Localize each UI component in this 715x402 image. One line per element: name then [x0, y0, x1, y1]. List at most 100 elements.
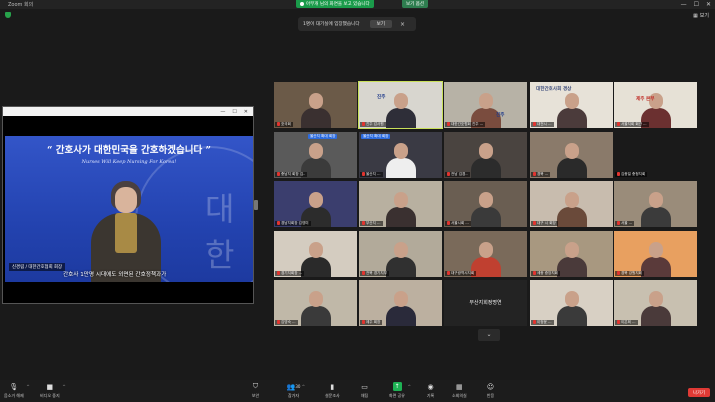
share-banner[interactable]: 아무개 님의 화면을 보고 있습니다	[296, 0, 374, 8]
caret-icon[interactable]: ^	[26, 384, 29, 389]
shared-slide: 대한간 “ 간호사가 대한민국을 간호하겠습니다 ” Nurses Will K…	[5, 136, 253, 282]
window-controls: — ☐ ✕	[681, 1, 711, 8]
waiting-room-view-button[interactable]: 보기	[369, 20, 393, 28]
next-page-icon[interactable]: ⌄	[478, 329, 500, 341]
participant-head	[565, 143, 579, 159]
participant-tile[interactable]: 세종 중앙지회	[530, 231, 613, 277]
chat-button[interactable]: ▭ 채팅	[360, 382, 369, 399]
participant-name: 대한간호협회 진주 ...	[445, 122, 486, 127]
participant-body	[301, 108, 331, 128]
mic-muted-icon	[277, 271, 280, 275]
participant-tile[interactable]: 제주 회장	[359, 280, 442, 326]
participant-tile[interactable]: 진주 진주 감사원	[358, 81, 443, 129]
participant-tile[interactable]: 서울시회 ...	[444, 181, 527, 227]
participant-head	[394, 291, 408, 307]
participant-tile[interactable]: 서울 ...	[614, 181, 697, 227]
minimize-icon[interactable]: —	[681, 1, 687, 8]
participant-tile[interactable]: 경기지회장 ...	[274, 231, 357, 277]
maximize-icon[interactable]: ☐	[694, 1, 699, 8]
presenter-scarf	[115, 213, 137, 253]
leave-button[interactable]: 나가기	[688, 388, 710, 397]
participant-name-text: 대전시 ...	[537, 122, 552, 126]
participant-tile[interactable]: 대구광역시지회	[444, 231, 527, 277]
participant-name: 대전시 ...	[531, 122, 554, 127]
participant-tile[interactable]: 김영숙 ...	[274, 280, 357, 326]
gallery-view-toggle[interactable]: ▦ 보기	[693, 12, 709, 20]
participant-tile[interactable]: 이은희 ...	[614, 280, 697, 326]
background-banner-text: 제주 본부	[636, 97, 655, 102]
breakout-icon: ▦	[456, 382, 463, 391]
participant-name: 진주 감사원	[360, 122, 386, 127]
polls-button[interactable]: ▮ 설문조사	[325, 382, 340, 399]
participant-name: 이은희 ...	[615, 320, 638, 325]
participant-name-text: 충남지 회장 김..	[281, 172, 306, 176]
participant-name-text: 진주 감사원	[366, 122, 384, 126]
participant-tile[interactable]: 호국회	[274, 82, 357, 128]
participant-head	[565, 242, 579, 258]
waiting-room-message: 1명이 대기실에 입장했습니다	[303, 22, 360, 27]
close-icon[interactable]: ×	[400, 21, 405, 28]
mic-muted-icon	[447, 221, 450, 225]
close-icon[interactable]: ✕	[244, 109, 248, 115]
mic-muted-icon	[617, 320, 620, 324]
participant-tile[interactable]: 이정윤 ...	[530, 280, 613, 326]
participant-tile[interactable]: 울산지 확대 회장 울산지 ...	[359, 132, 442, 178]
resize-handle[interactable]	[254, 200, 258, 210]
record-button[interactable]: ◉ 기록	[426, 382, 435, 399]
share-screen-button[interactable]: ↑ 화면 공유 ^	[389, 382, 411, 399]
caret-icon[interactable]: ^	[408, 384, 411, 389]
participant-tile[interactable]: 울산지 확대 회장 충남지 회장 김..	[274, 132, 357, 178]
participant-tile[interactable]: 부산지회정명연	[444, 280, 527, 326]
security-shield-icon[interactable]	[5, 12, 11, 18]
participant-head	[394, 143, 408, 159]
participants-button[interactable]: 👥 30 참가자 ^	[286, 382, 305, 399]
view-options-button[interactable]: 보기 옵션	[402, 0, 428, 8]
participant-tile[interactable]: 진주대한간호협회 진주 ...	[444, 82, 527, 128]
participant-name: 세종 중앙지회	[531, 271, 560, 276]
participant-body	[557, 207, 587, 227]
minimize-icon[interactable]: —	[220, 109, 225, 115]
caret-icon[interactable]: ^	[302, 384, 305, 389]
participant-name: 전북 경기지부	[360, 271, 389, 276]
participants-icon: 👥 30	[286, 382, 301, 391]
caret-icon[interactable]: ^	[62, 384, 65, 389]
participant-tile[interactable]: 대한간호사회 경상 대전시 ...	[530, 82, 613, 128]
security-button[interactable]: ⛉ 보안	[251, 382, 260, 399]
stop-video-button[interactable]: ■ 비디오 중지 ^	[40, 382, 66, 399]
mic-muted-icon	[533, 221, 536, 225]
participant-tile[interactable]: 부산지 ...	[359, 181, 442, 227]
share-screen-label: 화면 공유	[389, 393, 405, 398]
mic-muted-icon	[617, 172, 620, 176]
participant-tile[interactable]: 경남지회장 김영미	[274, 181, 357, 227]
presenter-window[interactable]: — ☐ ✕ 대한간 “ 간호사가 대한민국을 간호하겠습니다 ” Nurses …	[2, 106, 254, 304]
participant-name: 김종일 충청지회	[615, 172, 648, 177]
participant-tile[interactable]: 김종일 충청지회	[614, 132, 697, 178]
participant-name-text: 세종 중앙지회	[537, 271, 558, 275]
mic-muted-icon	[277, 122, 280, 126]
participant-name: 경기지회장 ...	[275, 271, 305, 276]
record-label: 기록	[426, 393, 435, 398]
breakout-rooms-button[interactable]: ▦ 소회의실	[452, 382, 467, 399]
participant-tile[interactable]: 전북 경기지부	[359, 231, 442, 277]
participant-tile[interactable]: 경북 강원지회	[614, 231, 697, 277]
share-banner-text: 아무개 님의 화면을 보고 있습니다	[306, 2, 370, 7]
background-banner-text: 진주	[496, 113, 505, 118]
participant-tile[interactable]: 경북 ...	[530, 132, 613, 178]
unmute-button[interactable]: 🎙 음소거 해제 ^	[4, 382, 30, 399]
reactions-icon: ☺	[486, 382, 495, 391]
participant-tile[interactable]: 대구 시 회장	[530, 181, 613, 227]
poll-icon: ▮	[330, 382, 335, 391]
reactions-button[interactable]: ☺ 반응	[486, 382, 495, 399]
participant-name-text: 경북 ...	[537, 172, 549, 176]
participant-name: 경북 강원지회	[615, 271, 644, 276]
participant-name-text: 부산지 ...	[366, 221, 381, 225]
close-icon[interactable]: ✕	[706, 1, 711, 8]
participant-head	[649, 242, 663, 258]
chat-label: 채팅	[360, 393, 369, 398]
participant-tile[interactable]: 제주 본부 서울지회 회관 ...	[614, 82, 697, 128]
spotlight-badge: 울산지 확대 회장	[361, 134, 391, 139]
participant-tile[interactable]: 전남 김경..	[444, 132, 527, 178]
maximize-icon[interactable]: ☐	[232, 109, 236, 115]
presenter-window-bar: — ☐ ✕	[3, 107, 253, 116]
presenter-video	[85, 181, 165, 282]
